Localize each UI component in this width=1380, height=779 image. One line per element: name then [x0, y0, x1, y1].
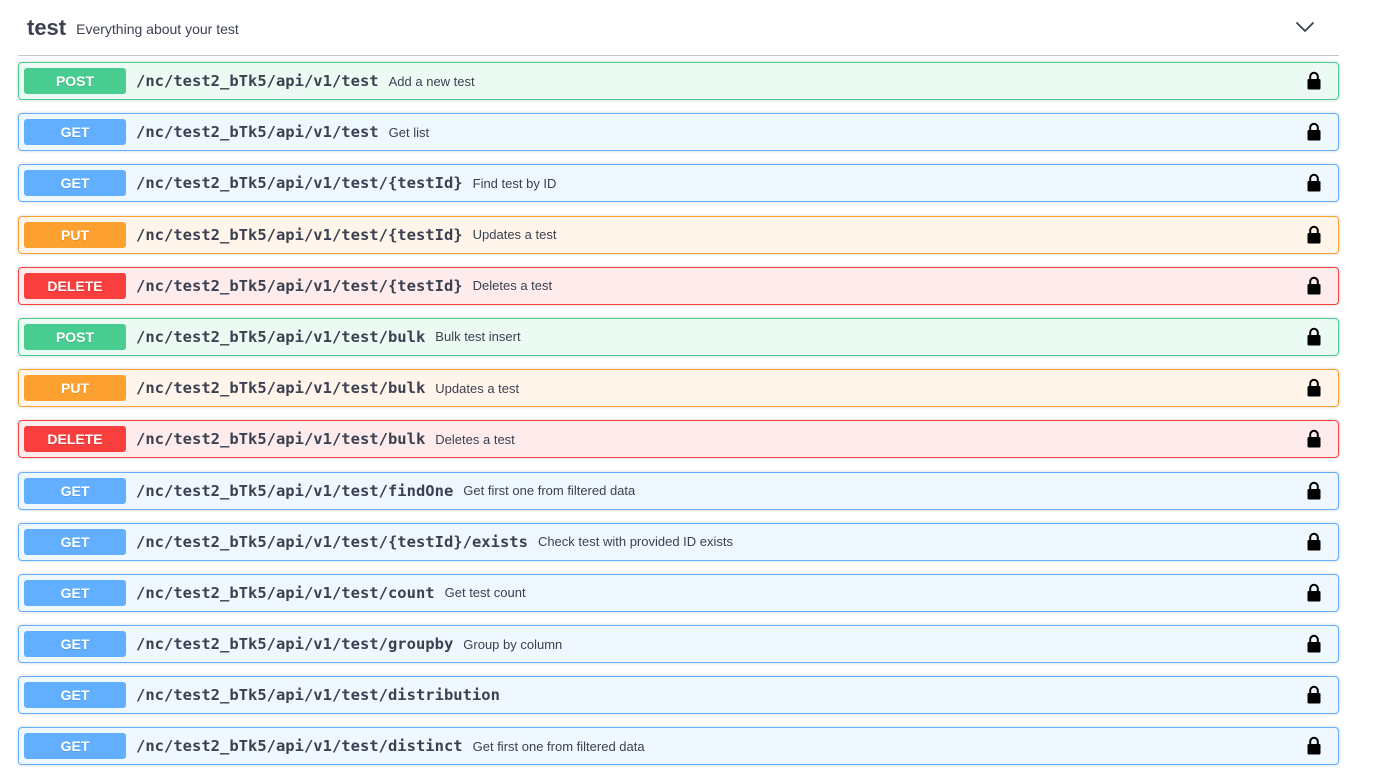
operation-path: /nc/test2_bTk5/api/v1/test/count	[136, 583, 435, 602]
method-badge: GET	[24, 477, 126, 504]
method-badge: GET	[24, 631, 126, 658]
method-badge: POST	[24, 68, 126, 94]
lock-icon[interactable]	[1307, 122, 1321, 142]
operation-summary: Find test by ID	[472, 175, 557, 191]
lock-icon[interactable]	[1307, 276, 1321, 296]
tag-header[interactable]: test Everything about your test	[18, 0, 1339, 56]
operation-path: /nc/test2_bTk5/api/v1/test	[136, 123, 379, 142]
operation-path: /nc/test2_bTk5/api/v1/test/{testId}	[136, 276, 463, 295]
method-badge: GET	[24, 170, 126, 197]
operation-row[interactable]: GET /nc/test2_bTk5/api/v1/test/groupby G…	[18, 625, 1339, 664]
lock-icon[interactable]	[1307, 736, 1321, 756]
operation-summary: Group by column	[463, 636, 563, 652]
operation-row[interactable]: GET /nc/test2_bTk5/api/v1/test Get list	[18, 113, 1339, 152]
operation-summary: Deletes a test	[472, 278, 553, 294]
lock-icon[interactable]	[1307, 481, 1321, 501]
operation-row[interactable]: GET /nc/test2_bTk5/api/v1/test/findOne G…	[18, 471, 1339, 510]
lock-icon[interactable]	[1307, 532, 1321, 552]
operation-summary: Get first one from filtered data	[472, 738, 645, 754]
method-badge: GET	[24, 682, 126, 709]
lock-icon[interactable]	[1307, 378, 1321, 398]
operation-summary: Get list	[388, 124, 430, 140]
operation-summary: Bulk test insert	[435, 329, 521, 345]
method-badge: GET	[24, 579, 126, 606]
lock-icon[interactable]	[1307, 634, 1321, 654]
method-badge: GET	[24, 528, 126, 555]
chevron-up-icon[interactable]	[1293, 15, 1317, 39]
method-badge: PUT	[24, 375, 126, 402]
lock-icon[interactable]	[1307, 225, 1321, 245]
operation-row[interactable]: PUT /nc/test2_bTk5/api/v1/test/bulk Upda…	[18, 369, 1339, 408]
lock-icon[interactable]	[1307, 173, 1321, 193]
operation-path: /nc/test2_bTk5/api/v1/test/bulk	[136, 430, 426, 449]
operation-row[interactable]: GET /nc/test2_bTk5/api/v1/test/{testId}/…	[18, 522, 1339, 561]
method-badge: DELETE	[24, 426, 126, 453]
method-badge: DELETE	[24, 272, 126, 299]
operation-path: /nc/test2_bTk5/api/v1/test/{testId}	[136, 225, 463, 244]
method-badge: GET	[24, 119, 126, 146]
lock-icon[interactable]	[1307, 583, 1321, 603]
operation-row[interactable]: DELETE /nc/test2_bTk5/api/v1/test/bulk D…	[18, 420, 1339, 459]
operation-row[interactable]: DELETE /nc/test2_bTk5/api/v1/test/{testI…	[18, 266, 1339, 305]
operation-row[interactable]: PUT /nc/test2_bTk5/api/v1/test/{testId} …	[18, 215, 1339, 254]
operation-summary: Get test count	[444, 585, 526, 601]
operation-row[interactable]: GET /nc/test2_bTk5/api/v1/test/count Get…	[18, 573, 1339, 612]
operation-row[interactable]: GET /nc/test2_bTk5/api/v1/test/distinct …	[18, 727, 1339, 766]
operation-path: /nc/test2_bTk5/api/v1/test/bulk	[136, 327, 426, 346]
operations-list: POST /nc/test2_bTk5/api/v1/test Add a ne…	[18, 62, 1339, 779]
operation-summary: Updates a test	[472, 227, 557, 243]
method-badge: PUT	[24, 221, 126, 248]
method-badge: GET	[24, 733, 126, 760]
tag-name[interactable]: test	[27, 15, 66, 41]
operation-path: /nc/test2_bTk5/api/v1/test/bulk	[136, 379, 426, 398]
lock-icon[interactable]	[1307, 685, 1321, 705]
operation-path: /nc/test2_bTk5/api/v1/test/{testId}/exis…	[136, 532, 528, 551]
operation-summary: Updates a test	[435, 380, 520, 396]
operation-row[interactable]: POST /nc/test2_bTk5/api/v1/test/bulk Bul…	[18, 317, 1339, 356]
method-badge: POST	[24, 323, 126, 350]
operation-summary: Add a new test	[388, 73, 475, 89]
lock-icon[interactable]	[1307, 327, 1321, 347]
operation-row[interactable]: GET /nc/test2_bTk5/api/v1/test/{testId} …	[18, 164, 1339, 203]
lock-icon[interactable]	[1307, 71, 1321, 91]
operation-path: /nc/test2_bTk5/api/v1/test/distribution	[136, 686, 500, 705]
operation-row[interactable]: POST /nc/test2_bTk5/api/v1/test Add a ne…	[18, 62, 1339, 100]
operation-row[interactable]: GET /nc/test2_bTk5/api/v1/test/distribut…	[18, 676, 1339, 715]
lock-icon[interactable]	[1307, 429, 1321, 449]
operation-path: /nc/test2_bTk5/api/v1/test	[136, 72, 379, 90]
operation-summary: Deletes a test	[435, 431, 515, 447]
operation-path: /nc/test2_bTk5/api/v1/test/findOne	[136, 481, 454, 500]
operation-path: /nc/test2_bTk5/api/v1/test/distinct	[136, 737, 463, 756]
operation-summary: Get first one from filtered data	[463, 483, 636, 498]
tag-description: Everything about your test	[76, 21, 239, 37]
operation-path: /nc/test2_bTk5/api/v1/test/groupby	[136, 635, 454, 654]
operation-path: /nc/test2_bTk5/api/v1/test/{testId}	[136, 174, 463, 193]
operation-summary: Check test with provided ID exists	[537, 534, 734, 550]
